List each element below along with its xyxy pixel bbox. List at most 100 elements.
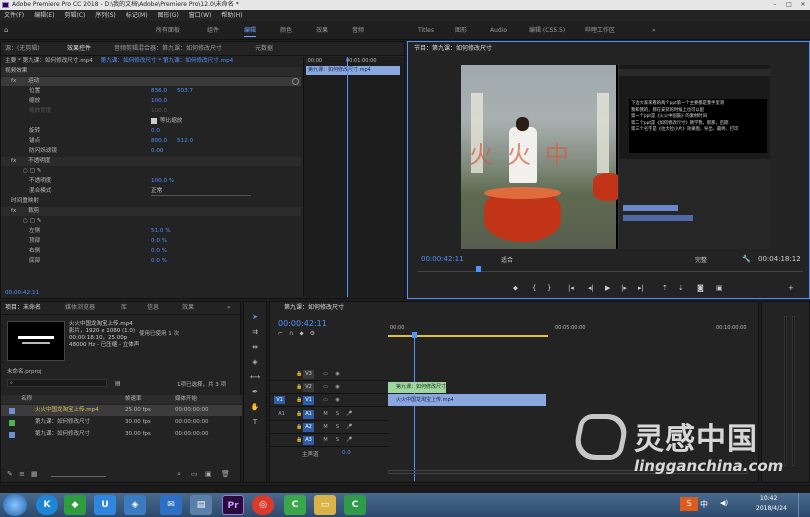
taskbar-app-doc-icon[interactable]: ▤ bbox=[190, 495, 212, 515]
icon-view-icon[interactable]: ▦ bbox=[31, 470, 38, 478]
list-view-icon[interactable]: ≡ bbox=[19, 470, 25, 478]
list-item[interactable]: 第九课：如何修改尺寸 30.00 fps 00:00:00:00 bbox=[1, 429, 242, 440]
clip-path[interactable]: 主要 * 第九课：如何修改尺寸.mp4 第九课：如何修改尺寸 * 第九课：如何修… bbox=[5, 57, 233, 66]
menu-window[interactable]: 窗口(W) bbox=[189, 12, 212, 19]
ime-indicator[interactable]: 中 bbox=[700, 499, 708, 510]
program-video-frame[interactable]: 火火中 下边大家来看的两个ppt第一个主要都是我手里测 我和我的，那在安装的时候… bbox=[461, 65, 771, 249]
tab-info[interactable]: 信息 bbox=[147, 303, 159, 313]
col-start[interactable]: 媒体开始 bbox=[175, 395, 197, 404]
scale-value[interactable]: 100.0 bbox=[151, 97, 167, 106]
track-select-tool-icon[interactable]: ⇉ bbox=[249, 327, 261, 338]
new-bin-icon[interactable]: ▤ bbox=[115, 380, 121, 387]
tab-media-browser[interactable]: 媒体浏览器 bbox=[65, 303, 95, 313]
workspace-assembly[interactable]: 组件 bbox=[207, 21, 219, 40]
taskbar-app-c-icon[interactable]: C bbox=[284, 495, 306, 515]
master-track-value[interactable]: 0.0 bbox=[342, 450, 351, 456]
workspace-effects[interactable]: 效果 bbox=[316, 21, 328, 40]
timeline-timecode[interactable]: 00:00:42:11 bbox=[278, 319, 327, 328]
program-playhead[interactable] bbox=[476, 266, 481, 272]
tab-metadata[interactable]: 元数据 bbox=[255, 44, 273, 54]
find-icon[interactable]: ⌕ bbox=[177, 470, 181, 479]
hand-tool-icon[interactable]: ✋ bbox=[249, 402, 261, 413]
taskbar-app-mail-icon[interactable]: ✉ bbox=[160, 495, 182, 515]
start-button[interactable] bbox=[3, 494, 27, 516]
track-a1[interactable]: A1 🔒 A1 M S 🎤 bbox=[270, 408, 388, 421]
crop-bottom-value[interactable]: 0.0 % bbox=[151, 257, 167, 266]
step-back-icon[interactable]: ◂| bbox=[588, 284, 594, 292]
mini-clip[interactable]: 第九课：如何修改尺寸.mp4 bbox=[306, 66, 400, 75]
selection-tool-icon[interactable]: ➤ bbox=[249, 312, 261, 323]
position-x-value[interactable]: 836.0 bbox=[151, 87, 167, 96]
list-item[interactable]: 第九课：如何修改尺寸 30.00 fps 00:00:00:00 bbox=[1, 417, 242, 428]
timeline-clip-v2[interactable]: 第九课：如何修改尺寸 bbox=[388, 382, 446, 393]
timeline-toolbar[interactable]: ⌐∩⬥⚙ bbox=[278, 330, 321, 338]
mark-out-icon[interactable]: } bbox=[547, 284, 551, 292]
maximize-icon[interactable]: □ bbox=[782, 0, 796, 10]
opacity-row[interactable]: fx 不透明度 bbox=[1, 157, 301, 166]
type-tool-icon[interactable]: T bbox=[249, 417, 261, 428]
crop-right-value[interactable]: 0.0 % bbox=[151, 247, 167, 256]
track-a2[interactable]: 🔒 A2 M S 🎤 bbox=[270, 421, 388, 434]
workspace-all-panels[interactable]: 所有面板 bbox=[156, 21, 180, 40]
lift-icon[interactable]: ⇡ bbox=[662, 284, 668, 292]
workspace-editing-cs55[interactable]: 编辑 (CS5.5) bbox=[529, 21, 565, 40]
track-a3[interactable]: 🔒 A3 M S 🎤 bbox=[270, 434, 388, 447]
taskbar-app-c2-icon[interactable]: C bbox=[344, 495, 366, 515]
workspace-bilibili[interactable]: 哔哩工作区 bbox=[585, 21, 615, 40]
home-icon[interactable]: ⌂ bbox=[4, 27, 12, 34]
workspace-audio[interactable]: 音频 bbox=[352, 21, 364, 40]
crop-left-value[interactable]: 51.0 % bbox=[151, 227, 171, 236]
taskbar-app-u-icon[interactable]: U bbox=[94, 495, 116, 515]
tab-effect-controls[interactable]: 效果控件 bbox=[67, 44, 91, 54]
track-v1[interactable]: V1 🔒 V1 ▭ ◉ bbox=[270, 394, 388, 407]
new-item-icon[interactable]: ▣ bbox=[205, 470, 212, 478]
tab-effects[interactable]: 效果 bbox=[182, 303, 194, 313]
taskbar-app-k-icon[interactable]: K bbox=[36, 495, 58, 515]
col-fps[interactable]: 帧速率 bbox=[125, 395, 142, 404]
timeline-clip-v1[interactable]: 火火中国龙淘宝上传.mp4 bbox=[388, 394, 546, 406]
crop-top-value[interactable]: 0.0 % bbox=[151, 237, 167, 246]
crop-mask-tools[interactable]: ○ □ ✎ bbox=[23, 217, 41, 226]
workspace-graphics[interactable]: 图形 bbox=[455, 21, 467, 40]
mini-playhead[interactable] bbox=[347, 57, 348, 297]
workspace-color[interactable]: 颜色 bbox=[280, 21, 292, 40]
show-desktop-button[interactable] bbox=[798, 493, 810, 517]
tab-audio-clip-mixer[interactable]: 音频剪辑混合器：第九课：如何修改尺寸 bbox=[114, 44, 222, 54]
antiflicker-value[interactable]: 0.00 bbox=[151, 147, 163, 156]
step-forward-icon[interactable]: |▸ bbox=[621, 284, 627, 292]
ime-logo-icon[interactable]: S bbox=[680, 497, 698, 511]
menu-graphics[interactable]: 图形(G) bbox=[157, 12, 178, 19]
play-icon[interactable]: ▶ bbox=[605, 284, 610, 292]
anchor-x-value[interactable]: 800.0 bbox=[151, 137, 167, 146]
mask-tools[interactable]: ○ □ ✎ bbox=[23, 167, 41, 176]
timeline-scrollbar[interactable] bbox=[388, 470, 748, 474]
workspace-titles[interactable]: Titles bbox=[418, 21, 434, 40]
mark-in-icon[interactable]: { bbox=[532, 284, 536, 292]
zoom-slider[interactable] bbox=[51, 476, 106, 477]
motion-row[interactable]: fx 运动 bbox=[1, 77, 301, 86]
taskbar-app-red-icon[interactable]: ◎ bbox=[252, 495, 274, 515]
workspace-editing[interactable]: 编辑 bbox=[244, 21, 257, 40]
quality-dropdown[interactable]: 完整 bbox=[695, 255, 707, 264]
tab-more[interactable]: » bbox=[227, 303, 231, 313]
minimize-icon[interactable]: – bbox=[768, 0, 782, 10]
timeline-title[interactable]: 第九课：如何修改尺寸 bbox=[284, 303, 344, 313]
time-remap-row[interactable]: 时间重映射 bbox=[11, 197, 39, 206]
taskbar-folder-icon[interactable]: ▭ bbox=[314, 495, 336, 515]
crop-row[interactable]: fx 裁剪 bbox=[1, 207, 301, 216]
slip-tool-icon[interactable]: ⟷ bbox=[249, 372, 261, 383]
volume-icon[interactable]: ◀) bbox=[720, 499, 728, 507]
program-title[interactable]: 节目：第九课：如何修改尺寸 bbox=[414, 44, 492, 54]
tab-source[interactable]: 源：(无剪辑) bbox=[5, 44, 40, 54]
menu-sequence[interactable]: 序列(S) bbox=[95, 12, 116, 19]
tab-libraries[interactable]: 库 bbox=[121, 303, 127, 313]
menu-file[interactable]: 文件(F) bbox=[4, 12, 24, 19]
extract-icon[interactable]: ⇣ bbox=[678, 284, 684, 292]
menu-edit[interactable]: 编辑(E) bbox=[34, 12, 54, 19]
fit-dropdown[interactable]: 适合 bbox=[501, 255, 513, 264]
timeline-playhead[interactable] bbox=[414, 336, 415, 481]
add-button-icon[interactable]: + bbox=[788, 284, 794, 292]
pencil-icon[interactable]: ✎ bbox=[7, 470, 13, 478]
go-to-in-icon[interactable]: |◂ bbox=[568, 284, 574, 292]
project-search-input[interactable]: ⌕ bbox=[7, 379, 107, 387]
